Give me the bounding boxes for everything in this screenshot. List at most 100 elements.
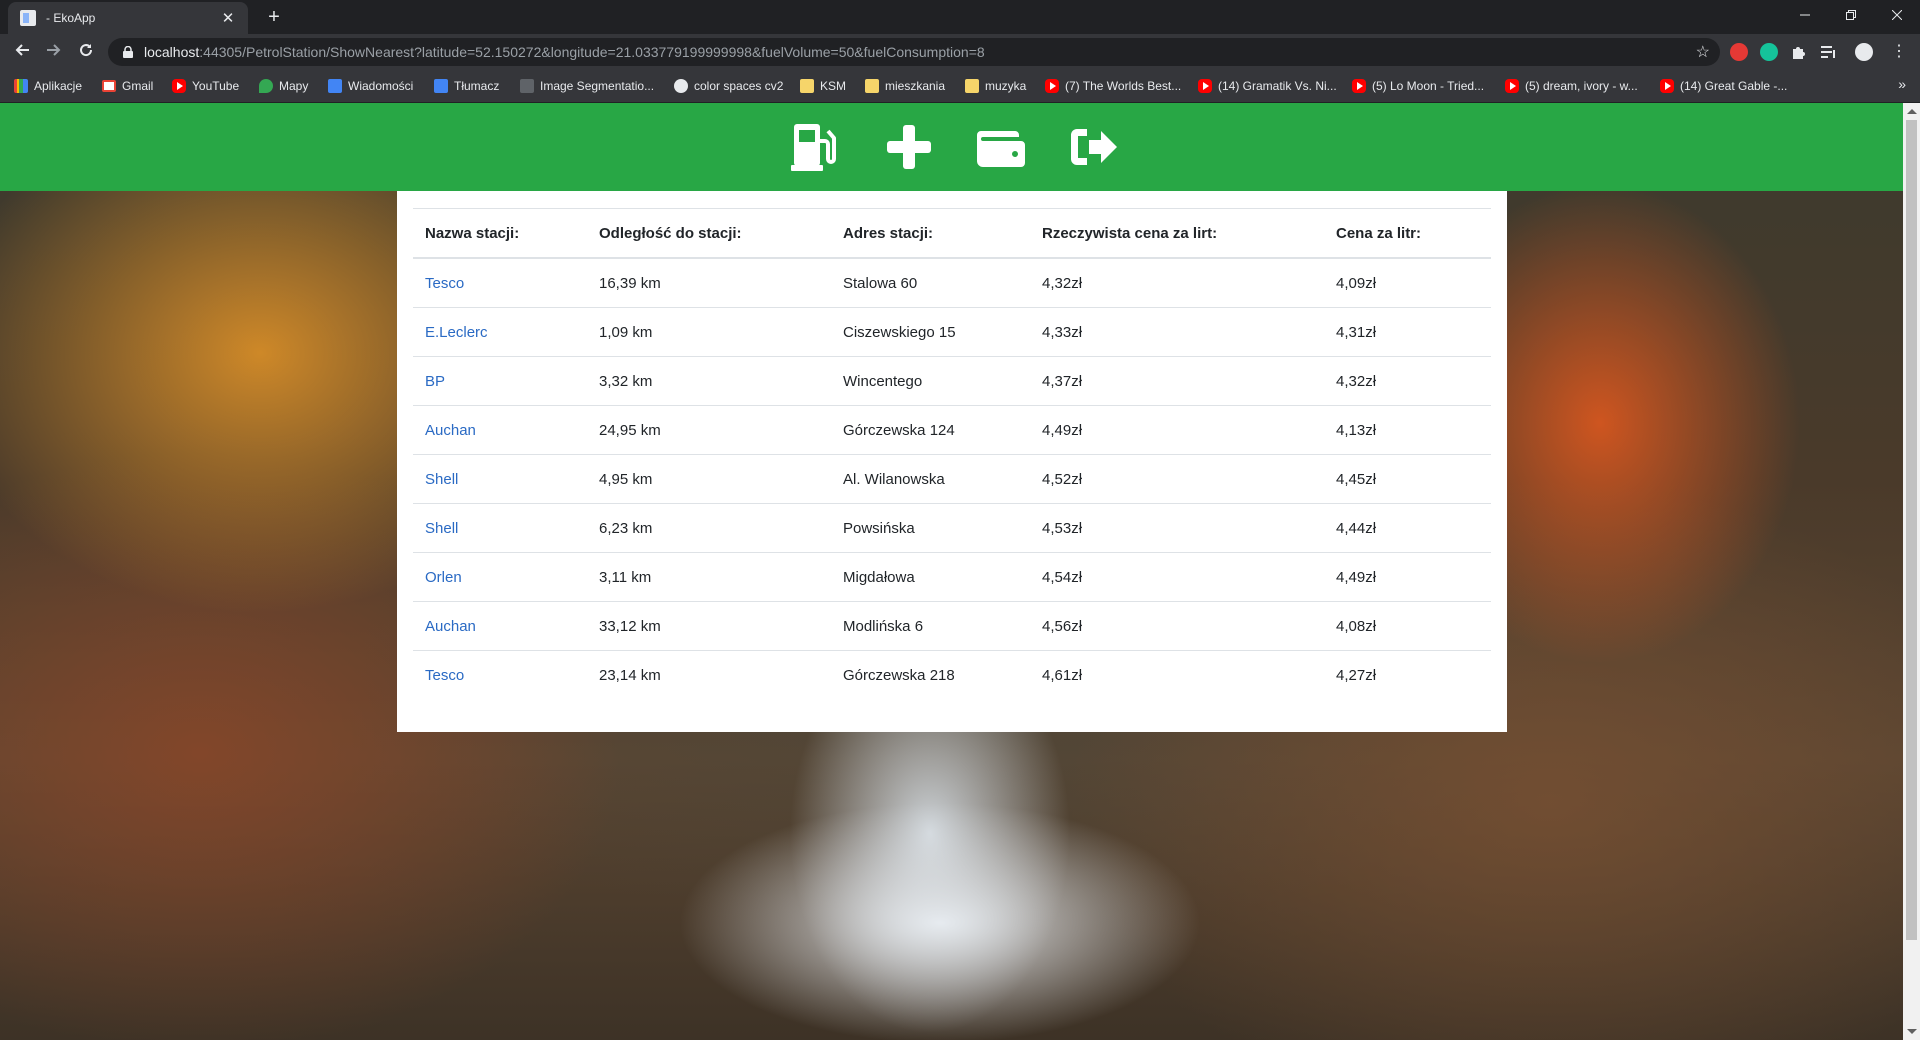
- table-row: Tesco 16,39 km Stalowa 60 4,32zł 4,09zł: [413, 258, 1491, 308]
- table-row: Orlen 3,11 km Migdałowa 4,54zł 4,49zł: [413, 552, 1491, 602]
- station-link[interactable]: Orlen: [425, 569, 462, 586]
- bookmark-folder[interactable]: KSM: [800, 78, 846, 94]
- new-tab-button[interactable]: +: [262, 5, 286, 29]
- bookmark-item[interactable]: Mapy: [259, 78, 308, 94]
- station-name-cell: Tesco: [413, 651, 587, 700]
- browser-toolbar: localhost:44305/PetrolStation/ShowNeares…: [0, 34, 1920, 70]
- table-header-row: Nazwa stacji: Odległość do stacji: Adres…: [413, 208, 1491, 259]
- profile-avatar-icon[interactable]: [1855, 43, 1873, 61]
- real-price-cell: 4,61zł: [1042, 666, 1083, 684]
- media-queue-icon[interactable]: [1820, 43, 1838, 61]
- station-link[interactable]: Tesco: [425, 667, 464, 684]
- station-link[interactable]: Shell: [425, 520, 458, 537]
- station-name-cell: Shell: [413, 454, 587, 504]
- extensions-puzzle-icon[interactable]: [1790, 43, 1808, 61]
- bookmark-item[interactable]: (14) Great Gable -...: [1660, 78, 1787, 94]
- close-tab-icon[interactable]: ✕: [218, 9, 238, 27]
- distance-cell: 4,95 km: [587, 454, 831, 504]
- station-link[interactable]: Tesco: [425, 275, 464, 292]
- browser-tab[interactable]: - EkoApp ✕: [8, 2, 248, 34]
- bookmark-item[interactable]: Tłumacz: [434, 78, 499, 94]
- page-favicon-icon: [20, 10, 36, 26]
- price-cell: 4,13zł: [1324, 405, 1491, 455]
- youtube-icon: [1045, 79, 1059, 93]
- real-price-cell: 4,37zł: [1030, 356, 1324, 406]
- price-cell: 4,08zł: [1324, 601, 1491, 651]
- station-name-cell: Tesco: [413, 258, 587, 308]
- scroll-up-icon[interactable]: [1907, 109, 1917, 114]
- address-bar[interactable]: localhost:44305/PetrolStation/ShowNeares…: [108, 38, 1720, 66]
- forward-icon[interactable]: [42, 40, 66, 64]
- station-name-cell: BP: [413, 356, 587, 406]
- station-name-cell: E.Leclerc: [413, 307, 587, 357]
- gmail-icon: [102, 80, 116, 92]
- translate-icon: [434, 79, 448, 93]
- plus-icon[interactable]: [883, 121, 935, 173]
- bookmark-item[interactable]: (5) Lo Moon - Tried...: [1352, 78, 1484, 94]
- address-cell: Powsińska: [831, 503, 1030, 553]
- bookmark-star-icon[interactable]: ☆: [1696, 42, 1710, 62]
- address-cell: Migdałowa: [831, 552, 1030, 602]
- distance-cell: 33,12 km: [587, 601, 831, 651]
- scrollbar-thumb[interactable]: [1906, 120, 1917, 940]
- wallet-icon[interactable]: [975, 121, 1027, 173]
- distance-cell: 23,14 km: [599, 666, 661, 684]
- bookmark-item[interactable]: YouTube: [172, 78, 239, 94]
- price-cell: 4,09zł: [1324, 258, 1491, 308]
- bookmark-folder[interactable]: muzyka: [965, 78, 1026, 94]
- real-price-cell: 4,54zł: [1030, 552, 1324, 602]
- distance-cell: 3,32 km: [587, 356, 831, 406]
- tab-title: - EkoApp: [46, 11, 96, 25]
- bookmark-item[interactable]: Image Segmentatio...: [520, 78, 654, 94]
- app-header: [0, 103, 1903, 191]
- table-row: E.Leclerc 1,09 km Ciszewskiego 15 4,33zł…: [413, 307, 1491, 357]
- table-row: Tesco 23,14 km Górczewska 218 4,61zł 4,2…: [413, 651, 1491, 700]
- tab-strip: - EkoApp ✕ +: [0, 0, 1920, 34]
- back-icon[interactable]: [10, 40, 34, 64]
- address-cell: Al. Wilanowska: [831, 454, 1030, 504]
- bookmark-item[interactable]: (5) dream, ivory - w...: [1505, 78, 1638, 94]
- bookmark-item[interactable]: Aplikacje: [14, 78, 82, 94]
- page-scrollbar[interactable]: [1903, 103, 1920, 1040]
- scroll-down-icon[interactable]: [1907, 1029, 1917, 1034]
- extension-red-icon[interactable]: [1730, 43, 1748, 61]
- news-icon: [328, 79, 342, 93]
- url-text: localhost:44305/PetrolStation/ShowNeares…: [144, 44, 985, 60]
- station-link[interactable]: Shell: [425, 471, 458, 488]
- bookmarks-overflow-button[interactable]: »: [1898, 76, 1906, 92]
- apps-grid-icon: [14, 79, 28, 93]
- bookmark-item[interactable]: (7) The Worlds Best...: [1045, 78, 1181, 94]
- table-row: BP 3,32 km Wincentego 4,37zł 4,32zł: [413, 356, 1491, 406]
- address-cell: Ciszewskiego 15: [831, 307, 1030, 357]
- table-row: Auchan 24,95 km Górczewska 124 4,49zł 4,…: [413, 405, 1491, 455]
- table-row: Auchan 33,12 km Modlińska 6 4,56zł 4,08z…: [413, 601, 1491, 651]
- station-name-cell: Orlen: [413, 552, 587, 602]
- bookmark-item[interactable]: Wiadomości: [328, 78, 413, 94]
- station-link[interactable]: BP: [425, 373, 445, 390]
- station-link[interactable]: Auchan: [425, 422, 476, 439]
- bookmark-item[interactable]: Gmail: [102, 78, 153, 94]
- bookmark-folder[interactable]: mieszkania: [865, 78, 945, 94]
- bookmark-item[interactable]: (14) Gramatik Vs. Ni...: [1198, 78, 1337, 94]
- real-price-cell: 4,49zł: [1030, 405, 1324, 455]
- menu-kebab-icon[interactable]: ⋮: [1890, 43, 1908, 61]
- page-viewport: Nazwa stacji: Odległość do stacji: Adres…: [0, 103, 1903, 1040]
- youtube-icon: [1505, 79, 1519, 93]
- restore-icon[interactable]: [1828, 0, 1874, 30]
- sign-out-icon[interactable]: [1067, 121, 1119, 173]
- real-price-cell: 4,33zł: [1030, 307, 1324, 357]
- minimize-icon[interactable]: [1782, 0, 1828, 30]
- column-header-address: Adres stacji:: [831, 208, 1030, 259]
- address-cell: Górczewska 124: [831, 405, 1030, 455]
- gas-pump-icon[interactable]: [790, 121, 843, 173]
- youtube-icon: [1352, 79, 1366, 93]
- close-window-icon[interactable]: [1874, 0, 1920, 30]
- reload-icon[interactable]: [74, 40, 98, 64]
- lock-icon[interactable]: [120, 46, 136, 58]
- bookmark-item[interactable]: color spaces cv2: [674, 78, 783, 94]
- distance-cell: 16,39 km: [587, 258, 831, 308]
- station-link[interactable]: E.Leclerc: [425, 324, 488, 341]
- table-row: Shell 4,95 km Al. Wilanowska 4,52zł 4,45…: [413, 454, 1491, 504]
- grammarly-icon[interactable]: [1760, 43, 1778, 61]
- station-link[interactable]: Auchan: [425, 618, 476, 635]
